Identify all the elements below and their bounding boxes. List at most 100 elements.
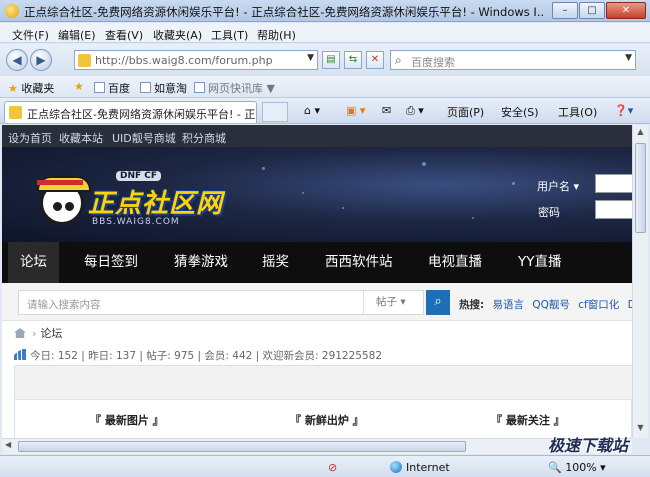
menu-view[interactable]: 查看(V) xyxy=(105,27,143,43)
security-zone[interactable]: Internet xyxy=(390,461,450,474)
username-field[interactable] xyxy=(595,174,632,193)
horizontal-scrollbar[interactable]: ◀ xyxy=(2,438,632,454)
watermark-logo: 极速下载站 xyxy=(548,436,629,455)
tab-title: 正点综合社区-免费网络资源休闲娱乐平台! - 正... xyxy=(27,108,255,121)
scroll-left-icon[interactable]: ◀ xyxy=(5,440,11,449)
globe-icon xyxy=(390,461,402,473)
vertical-scrollbar[interactable]: ▲ ▼ xyxy=(632,125,648,438)
site-search-input[interactable]: 请输入搜索内容 帖子 ▾ xyxy=(18,290,424,315)
menu-edit[interactable]: 编辑(E) xyxy=(58,27,96,43)
favorites-bar: ★ 收藏夹 ★ 百度 如意淘 网页快讯库 ▼ xyxy=(0,76,650,98)
privacy-icon[interactable]: ⊘ xyxy=(328,461,337,474)
search-type-select[interactable]: 帖子 ▾ xyxy=(363,291,425,314)
uid-shop-link[interactable]: UID靓号商城 xyxy=(112,130,176,146)
panel-latest-images[interactable]: 『 最新图片 』 xyxy=(90,412,164,428)
help-icon[interactable]: ❓▾ xyxy=(614,104,633,117)
menu-favorites[interactable]: 收藏夹(A) xyxy=(153,27,202,43)
window-title: 正点综合社区-免费网络资源休闲娱乐平台! - 正点综合社区-免费网络资源休闲娱乐… xyxy=(24,5,544,19)
forum-stats: 今日: 152 | 昨日: 137 | 帖子: 975 | 会员: 442 | … xyxy=(14,348,382,363)
address-toolbar: ◀ ▶ http://bbs.waig8.com/forum.php ▼ ▤ ⇆… xyxy=(0,44,650,76)
site-logo-skull-icon[interactable] xyxy=(37,176,91,225)
site-favicon xyxy=(9,106,22,119)
points-shop-link[interactable]: 积分商城 xyxy=(182,130,226,146)
site-banner: DNF CF 正点社区网 BBS.WAIG8.COM 用户名 ▾ 密码 xyxy=(2,147,632,242)
status-bar: ⊘ Internet 🔍 100% ▾ xyxy=(0,455,650,477)
panel-header-strip xyxy=(15,366,632,400)
favorite-item-webslice[interactable]: 网页快讯库 ▼ xyxy=(194,80,275,96)
maximize-button[interactable]: □ xyxy=(579,2,605,19)
nav-lottery[interactable]: 摇奖 xyxy=(250,242,301,283)
minimize-button[interactable]: – xyxy=(552,2,578,19)
hot-word[interactable]: QQ靓号 xyxy=(532,299,570,311)
site-search-button[interactable]: ⌕ xyxy=(426,290,450,315)
menu-file[interactable]: 文件(F) xyxy=(12,27,49,43)
new-tab-button[interactable] xyxy=(262,102,288,122)
menu-bar: 文件(F) 编辑(E) 查看(V) 收藏夹(A) 工具(T) 帮助(H) xyxy=(0,23,650,43)
refresh-icon[interactable]: ⇆ xyxy=(344,51,362,69)
scroll-up-icon[interactable]: ▲ xyxy=(635,127,646,139)
scroll-down-icon[interactable]: ▼ xyxy=(635,423,646,435)
print-icon[interactable]: ⎙ ▾ xyxy=(406,104,424,118)
favorite-item-ruyitao[interactable]: 如意淘 xyxy=(140,80,187,96)
nav-yy-live[interactable]: YY直播 xyxy=(506,242,574,283)
vertical-scroll-thumb[interactable] xyxy=(635,143,646,233)
panel-new-posts[interactable]: 『 新鲜出炉 』 xyxy=(290,412,364,428)
nav-forum[interactable]: 论坛 xyxy=(8,242,59,283)
bookmark-site-link[interactable]: 收藏本站 xyxy=(59,130,103,146)
site-logo-text[interactable]: 正点社区网 xyxy=(88,183,223,220)
forward-icon[interactable]: ▶ xyxy=(30,49,52,71)
window-titlebar: 正点综合社区-免费网络资源休闲娱乐平台! - 正点综合社区-免费网络资源休闲娱乐… xyxy=(0,0,650,22)
close-button[interactable]: ✕ xyxy=(606,2,646,19)
stats-text: 今日: 152 | 昨日: 137 | 帖子: 975 | 会员: 442 | … xyxy=(30,350,383,362)
stop-icon[interactable]: ✕ xyxy=(366,51,384,69)
horizontal-scroll-thumb[interactable] xyxy=(18,441,466,452)
star-icon: ★ xyxy=(8,82,18,95)
site-top-links: 设为首页 收藏本站 UID靓号商城 积分商城 xyxy=(2,125,632,147)
nav-rps-game[interactable]: 猜拳游戏 xyxy=(162,242,240,283)
add-favorite-icon[interactable]: ★ xyxy=(74,80,84,93)
menu-help[interactable]: 帮助(H) xyxy=(257,27,296,43)
password-field[interactable] xyxy=(595,200,632,219)
browser-tab[interactable]: 正点综合社区-免费网络资源休闲娱乐平台! - 正... xyxy=(4,101,257,123)
breadcrumb: › 论坛 xyxy=(14,325,62,341)
panel-latest-follows[interactable]: 『 最新关注 』 xyxy=(491,412,565,428)
set-homepage-link[interactable]: 设为首页 xyxy=(8,130,52,146)
menu-tools[interactable]: 工具(T) xyxy=(211,27,248,43)
back-icon[interactable]: ◀ xyxy=(6,49,28,71)
search-icon: ⌕ xyxy=(395,53,402,67)
nav-software[interactable]: 西西软件站 xyxy=(313,242,405,283)
password-label: 密码 xyxy=(538,206,560,219)
feeds-icon[interactable]: ▣ ▾ xyxy=(346,104,365,117)
hot-search-label: 热搜: xyxy=(459,299,485,311)
home-icon[interactable] xyxy=(14,328,26,338)
username-label: 用户名 ▾ xyxy=(537,180,580,193)
search-input[interactable]: ⌕ 百度搜索 ▼ xyxy=(390,50,636,70)
page-menu[interactable]: 页面(P) xyxy=(447,104,484,120)
hot-searches: 热搜: 易语言 QQ靓号 cf窗口化 DN xyxy=(459,297,632,312)
command-bar: 正点综合社区-免费网络资源休闲娱乐平台! - 正... ⌂ ▾ ▣ ▾ ✉ ⎙ … xyxy=(0,98,650,124)
stats-chart-icon xyxy=(14,349,26,360)
nav-tv-live[interactable]: 电视直播 xyxy=(416,242,494,283)
mail-icon[interactable]: ✉ xyxy=(382,104,391,117)
address-input[interactable]: http://bbs.waig8.com/forum.php ▼ xyxy=(74,50,318,70)
favorites-button[interactable]: ★ 收藏夹 xyxy=(8,80,54,96)
hot-word[interactable]: cf窗口化 xyxy=(578,299,619,311)
compatibility-icon[interactable]: ▤ xyxy=(322,51,340,69)
site-search-placeholder: 请输入搜索内容 xyxy=(27,299,101,311)
ie-app-icon xyxy=(5,4,19,18)
home-icon[interactable]: ⌂ ▾ xyxy=(304,104,320,117)
hot-word[interactable]: 易语言 xyxy=(493,299,525,311)
chevron-down-icon[interactable]: ▼ xyxy=(625,53,632,63)
chevron-down-icon[interactable]: ▼ xyxy=(307,53,314,63)
tools-menu[interactable]: 工具(O) xyxy=(558,104,597,120)
search-icon: ⌕ xyxy=(434,294,442,309)
highlights-panel: 『 最新图片 』 『 新鲜出炉 』 『 最新关注 』 xyxy=(14,365,632,438)
site-favicon xyxy=(78,54,91,67)
site-search-row: 请输入搜索内容 帖子 ▾ ⌕ 热搜: 易语言 QQ靓号 cf窗口化 DN xyxy=(2,283,632,321)
page-viewport: 设为首页 收藏本站 UID靓号商城 积分商城 DNF CF 正点社区网 BBS.… xyxy=(2,125,632,438)
favorite-item-baidu[interactable]: 百度 xyxy=(94,80,130,96)
safety-menu[interactable]: 安全(S) xyxy=(501,104,539,120)
zoom-level[interactable]: 🔍 100% ▾ xyxy=(548,461,606,474)
nav-checkin[interactable]: 每日签到 xyxy=(72,242,150,283)
breadcrumb-forum[interactable]: 论坛 xyxy=(40,327,62,340)
